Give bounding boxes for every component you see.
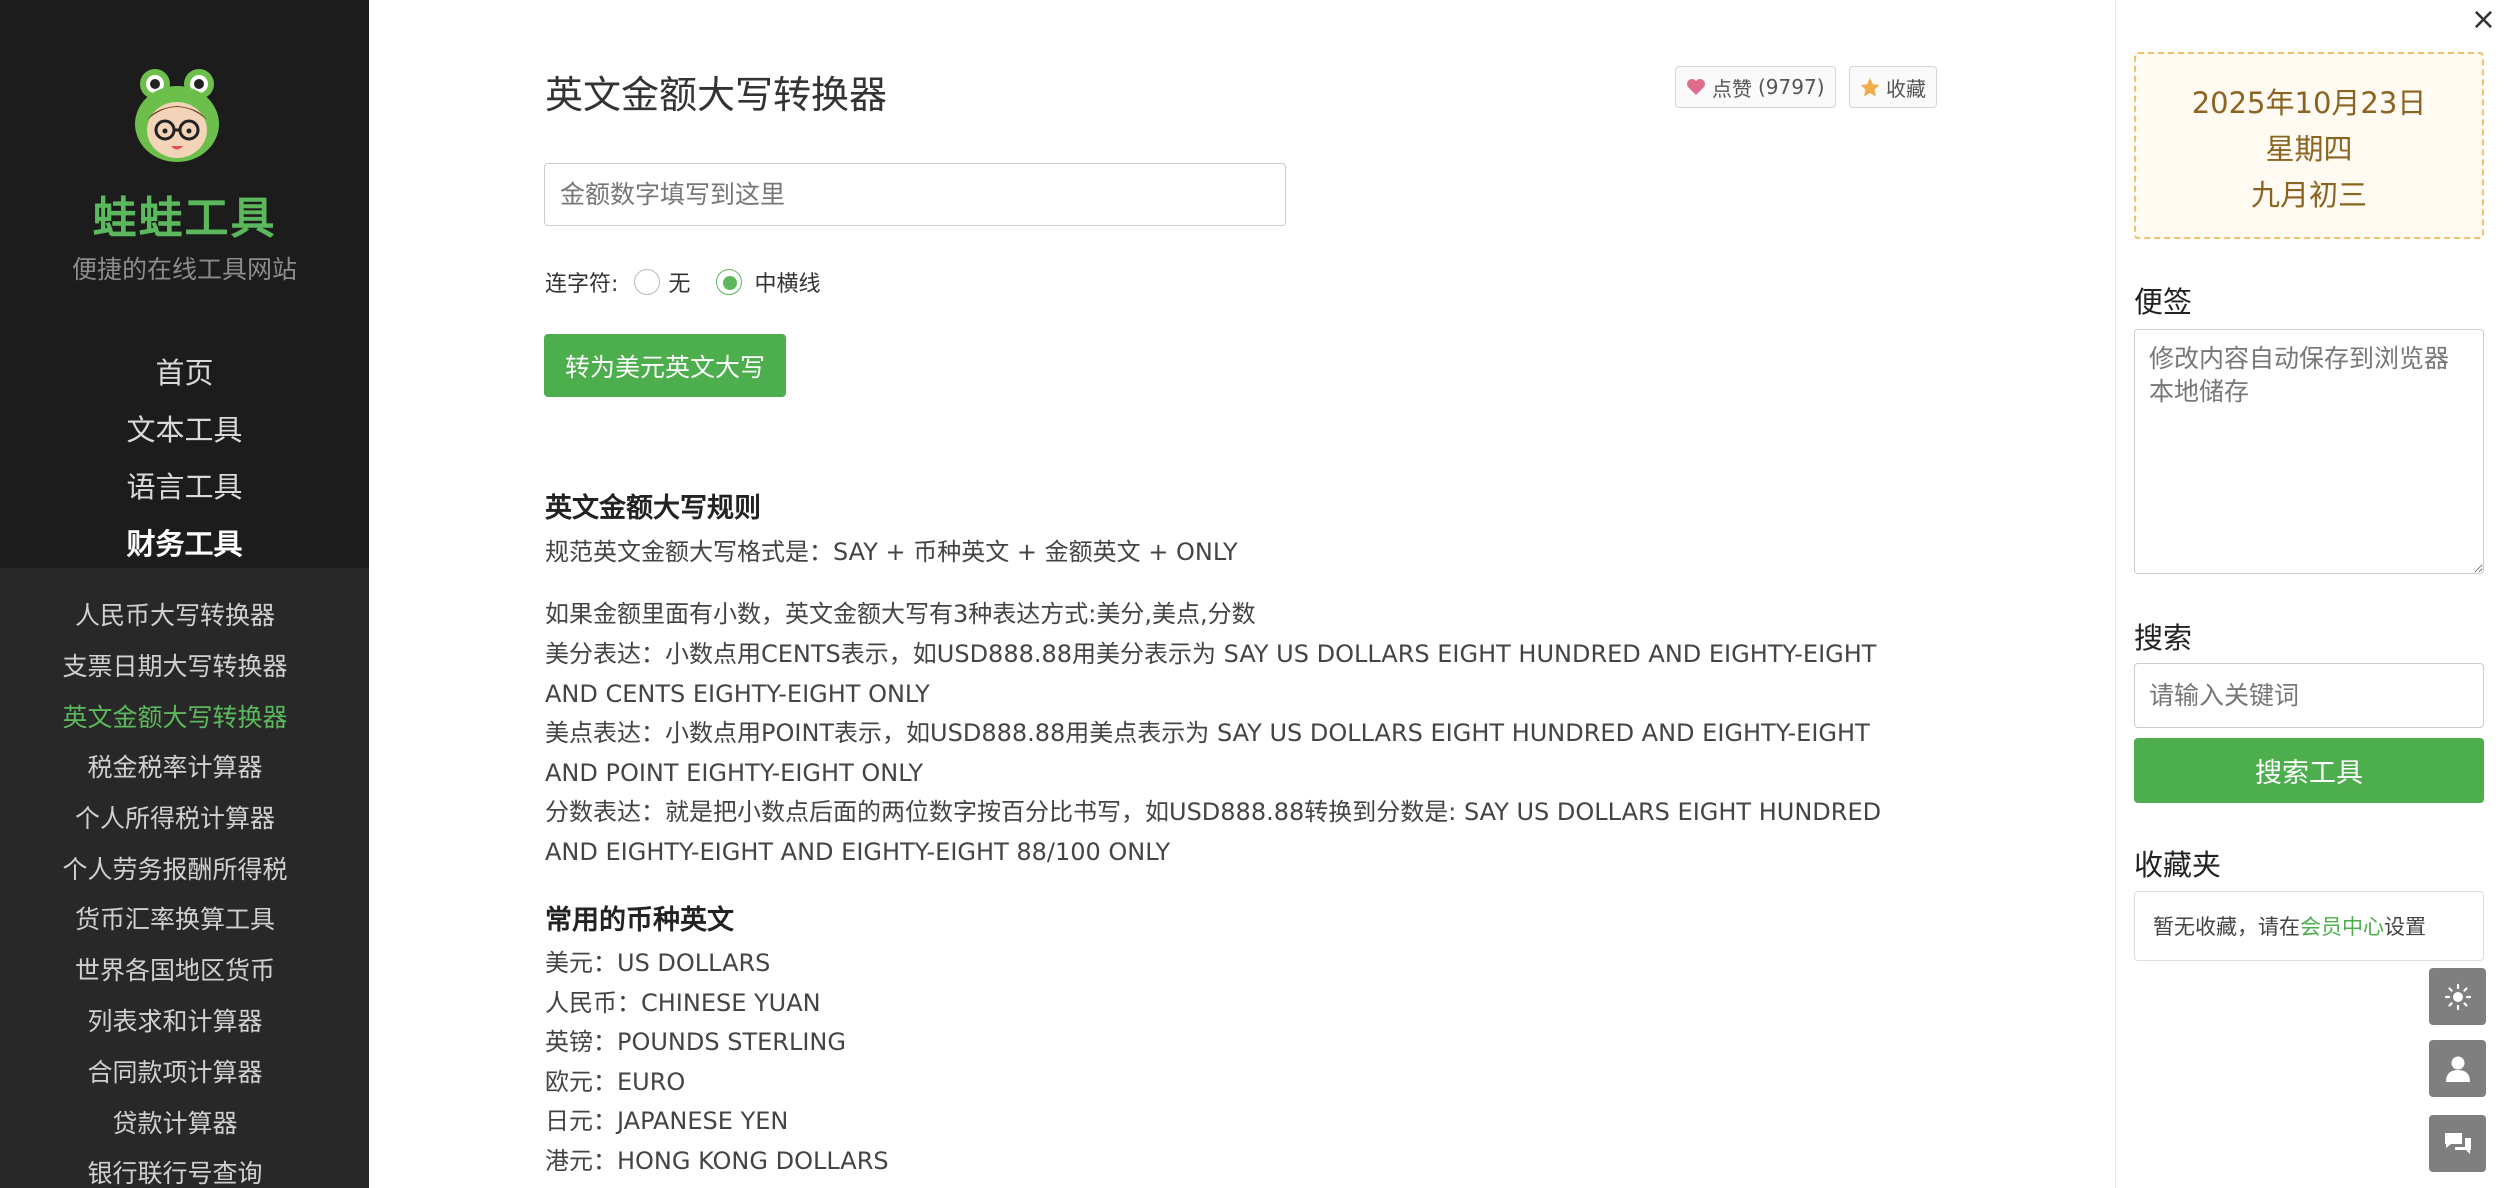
currency-item: 美元：US DOLLARS [545,949,771,977]
page-title: 英文金额大写转换器 [545,73,888,117]
feedback-button[interactable] [2429,1115,2486,1172]
subnav-item-labor-tax[interactable]: 个人劳务报酬所得税 [0,850,350,886]
main-content: 英文金额大写转换器 点赞 (9797) 收藏 连字符: 无 中横线 转为美元英文… [369,0,2115,1188]
currency-item: 人民币：CHINESE YUAN [545,989,821,1017]
favorites-box: 暂无收藏，请在 会员中心 设置 [2134,891,2484,961]
hyphen-dash-radio[interactable] [716,269,743,295]
rules-format-text: 规范英文金额大写格式是：SAY + 币种英文 + 金额英文 + ONLY [545,538,1238,566]
user-button[interactable] [2429,1040,2486,1097]
currency-item: 英镑：POUNDS STERLING [545,1028,846,1056]
decimals-point-text: 美点表达：小数点用POINT表示，如USD888.88用美点表示为 SAY US… [545,719,1870,787]
rules-heading: 英文金额大写规则 [545,493,761,524]
decimals-intro-text: 如果金额里面有小数，英文金额大写有3种表达方式:美分,美点,分数 [545,600,1256,628]
chat-icon [2444,1132,2471,1154]
app-root: 蛙蛙工具 便捷的在线工具网站 首页 文本工具 语言工具 财务工具 人民币大写转换… [0,0,2506,1188]
like-count: (9797) [1758,75,1825,99]
search-title: 搜索 [2134,621,2193,655]
favorite-button[interactable]: 收藏 [1849,66,1937,108]
subnav-item-english-amount[interactable]: 英文金额大写转换器 [0,698,350,734]
subnav-item-list-sum[interactable]: 列表求和计算器 [0,1002,350,1038]
search-button[interactable]: 搜索工具 [2134,738,2484,803]
convert-button[interactable]: 转为美元英文大写 [544,334,786,397]
weekday-text: 星期四 [2265,132,2353,166]
like-button[interactable]: 点赞 (9797) [1675,66,1836,108]
decimals-fraction-text: 分数表达：就是把小数点后面的两位数字按百分比书写，如USD888.88转换到分数… [545,798,1882,866]
subnav-item-loan[interactable]: 贷款计算器 [0,1104,350,1140]
heart-icon [1687,79,1705,95]
nav-item-text-tools[interactable]: 文本工具 [0,407,369,449]
currency-heading: 常用的币种英文 [545,905,734,936]
subnav-item-cheque-date[interactable]: 支票日期大写转换器 [0,647,350,683]
currency-item: 日元：JAPANESE YEN [545,1107,789,1135]
subnav-item-rmb-uppercase[interactable]: 人民币大写转换器 [0,596,350,632]
subnav-item-exchange-rate[interactable]: 货币汇率换算工具 [0,900,350,936]
member-center-link[interactable]: 会员中心 [2300,911,2384,941]
nav-item-language-tools[interactable]: 语言工具 [0,464,369,506]
sun-icon [2444,983,2471,1010]
notes-title: 便签 [2134,285,2193,319]
hyphen-options: 连字符: 无 中横线 [545,266,820,298]
subnav-item-income-tax[interactable]: 个人所得税计算器 [0,799,350,835]
notes-textarea[interactable] [2134,329,2484,574]
theme-toggle-button[interactable] [2429,968,2486,1025]
amount-input[interactable] [544,163,1286,226]
hyphen-label: 连字符: [545,272,619,297]
star-icon [1860,77,1880,96]
favorites-empty-suffix: 设置 [2384,915,2426,939]
date-card: 2025年10月23日 星期四 九月初三 [2134,52,2484,239]
brand-subtitle: 便捷的在线工具网站 [71,255,297,284]
search-input[interactable] [2134,663,2484,728]
hyphen-dash-label[interactable]: 中横线 [754,266,820,298]
nav-item-finance-tools[interactable]: 财务工具 [0,521,369,563]
frog-logo-icon[interactable] [133,68,221,164]
favorites-title: 收藏夹 [2134,848,2222,882]
hyphen-none-label[interactable]: 无 [668,266,690,298]
close-icon[interactable]: × [2471,2,2496,37]
date-text: 2025年10月23日 [2191,86,2427,120]
like-label: 点赞 [1712,76,1752,101]
currency-item: 港元：HONG KONG DOLLARS [545,1147,889,1175]
left-sidebar: 蛙蛙工具 便捷的在线工具网站 首页 文本工具 语言工具 财务工具 人民币大写转换… [0,0,369,1188]
subnav-item-tax-rate[interactable]: 税金税率计算器 [0,748,350,784]
decimals-cents-text: 美分表达：小数点用CENTS表示，如USD888.88用美分表示为 SAY US… [545,640,1877,708]
subnav-item-bank-code[interactable]: 银行联行号查询 [0,1154,350,1188]
nav-item-home[interactable]: 首页 [0,350,369,392]
lunar-date-text: 九月初三 [2250,178,2367,212]
hyphen-none-radio[interactable] [634,269,661,295]
brand-title[interactable]: 蛙蛙工具 [0,182,369,246]
subnav-item-world-currency[interactable]: 世界各国地区货币 [0,951,350,987]
user-icon [2445,1056,2470,1082]
favorite-label: 收藏 [1886,76,1926,101]
favorites-empty-prefix: 暂无收藏，请在 [2153,915,2300,939]
currency-item: 欧元：EURO [545,1068,686,1096]
subnav-item-contract[interactable]: 合同款项计算器 [0,1053,350,1089]
